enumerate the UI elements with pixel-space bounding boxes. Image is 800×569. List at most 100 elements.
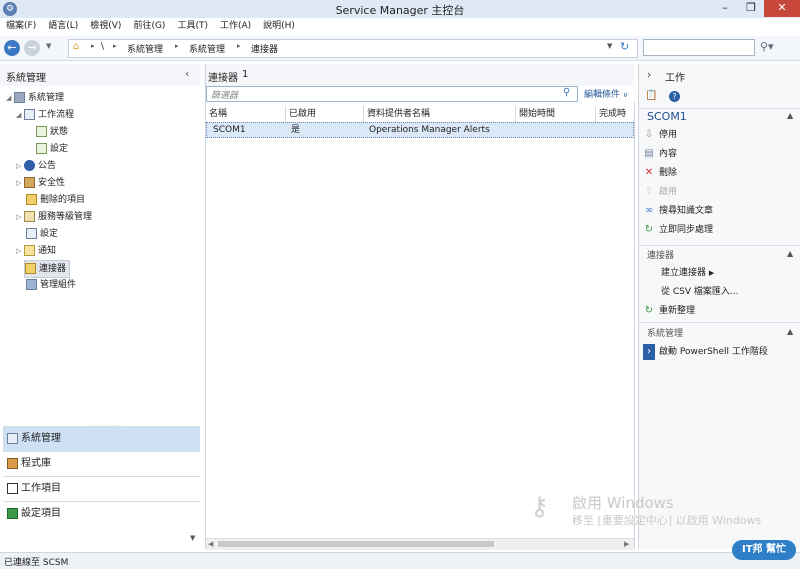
task-enable: ⇧ 啟用 — [643, 184, 677, 200]
search-icon[interactable]: ⚲ — [563, 87, 570, 98]
deleted-items-icon — [26, 194, 37, 205]
column-header-provider[interactable]: 資料提供者名稱 — [364, 106, 516, 122]
activation-watermark-title: 啟用 Windows — [572, 494, 674, 512]
breadcrumb[interactable]: ⌂ ▸ \ ▸ 系統管理 ▸ 系統管理 ▸ 連接器 ▼ ↻ — [68, 39, 638, 58]
task-search-knowledge[interactable]: ∞ 搜尋知識文章 — [643, 203, 713, 219]
scroll-left-icon[interactable]: ◀ — [208, 540, 213, 548]
tree-item-announcements[interactable]: ▷ 公告 — [16, 158, 56, 174]
search-icon[interactable]: ⚲▾ — [760, 40, 774, 53]
tree-item-management-packs[interactable]: 管理組件 — [26, 277, 76, 293]
task-refresh[interactable]: ↻ 重新整理 — [643, 303, 695, 319]
expand-icon[interactable]: ▷ — [16, 243, 24, 259]
tree-item-label: 通知 — [38, 246, 57, 256]
task-create-connector[interactable]: 建立連接器 ▶ — [661, 265, 714, 281]
expand-icon[interactable]: ◢ — [16, 107, 24, 123]
help-icon[interactable]: ? — [669, 91, 680, 102]
expand-icon[interactable]: ▷ — [16, 209, 24, 225]
back-button[interactable]: ← — [4, 40, 20, 56]
expand-icon[interactable]: ▷ — [16, 158, 24, 174]
scroll-right-icon[interactable]: ▶ — [624, 540, 629, 548]
wunderbar-config-items[interactable]: 設定項目 — [3, 501, 200, 526]
tree-item-workflow-settings[interactable]: 設定 — [36, 141, 68, 157]
collapse-section-icon[interactable]: ▲ — [787, 327, 793, 336]
tree-item-settings[interactable]: 設定 — [26, 226, 58, 242]
collapse-section-icon[interactable]: ▲ — [787, 111, 793, 120]
task-delete[interactable]: ✕ 刪除 — [643, 165, 677, 181]
restore-button[interactable]: ❐ — [738, 0, 764, 17]
edit-criteria-button[interactable]: 編輯條件 ∨ — [584, 87, 628, 100]
tree-item-workflows[interactable]: ◢ 工作流程 — [16, 107, 74, 123]
collapse-section-icon[interactable]: ▲ — [787, 249, 793, 258]
tree-item-connectors[interactable]: 連接器 — [24, 260, 71, 278]
breadcrumb-root[interactable]: \ — [101, 42, 104, 52]
divider — [639, 322, 800, 323]
task-disable[interactable]: ⇩ 停用 — [643, 127, 677, 143]
column-header-start-time[interactable]: 開始時間 — [516, 106, 596, 122]
filter-input[interactable]: 篩選器 ⚲ — [206, 86, 578, 102]
breadcrumb-item-admin-2[interactable]: 系統管理 — [189, 42, 225, 55]
menu-file[interactable]: 檔案(F) — [0, 18, 42, 35]
menu-language[interactable]: 語言(L) — [42, 18, 84, 35]
admin-icon — [14, 92, 25, 103]
address-dropdown-icon[interactable]: ▼ — [607, 42, 612, 50]
history-dropdown-icon[interactable]: ▼ — [46, 42, 51, 50]
clipboard-icon[interactable]: 📋 — [645, 90, 657, 101]
menu-help[interactable]: 說明(H) — [257, 18, 301, 35]
task-sync-now[interactable]: ↻ 立即同步處理 — [643, 222, 713, 238]
tree-item-service-level[interactable]: ▷ 服務等級管理 — [16, 209, 92, 225]
task-import-csv[interactable]: 從 CSV 檔案匯入... — [661, 284, 738, 300]
pane-divider — [634, 102, 635, 549]
horizontal-scrollbar[interactable]: ◀ ▶ — [206, 538, 634, 550]
table-row[interactable]: SCOM1 是 Operations Manager Alerts — [206, 122, 634, 138]
expand-icon[interactable]: ◢ — [6, 90, 14, 106]
task-label: 啟動 PowerShell 工作階段 — [659, 347, 768, 357]
task-label: 搜尋知識文章 — [659, 206, 714, 216]
tree-item-security[interactable]: ▷ 安全性 — [16, 175, 65, 191]
tree-item-notifications[interactable]: ▷ 通知 — [16, 243, 56, 259]
divider — [639, 245, 800, 246]
menu-go[interactable]: 前往(G) — [127, 18, 171, 35]
menu-tools[interactable]: 工具(T) — [171, 18, 214, 35]
tree-item-admin[interactable]: ◢ 系統管理 — [6, 90, 64, 106]
menu-tasks[interactable]: 工作(A) — [214, 18, 257, 35]
close-button[interactable]: ✕ — [764, 0, 800, 17]
navigation-pane-title: 系統管理 — [6, 73, 46, 84]
tree-item-label: 連接器 — [39, 264, 67, 274]
tree-item-status[interactable]: 狀態 — [36, 124, 68, 140]
tree-item-label: 系統管理 — [28, 93, 65, 103]
work-items-icon — [7, 482, 18, 494]
expand-icon[interactable]: ▷ — [16, 175, 24, 191]
connectors-section-title: 連接器 — [647, 251, 675, 261]
forward-button[interactable]: → — [24, 40, 40, 56]
pane-divider — [205, 64, 206, 549]
wunderbar-library[interactable]: 程式庫 — [3, 451, 200, 476]
disable-icon: ⇩ — [644, 129, 654, 140]
task-start-powershell[interactable]: › 啟動 PowerShell 工作階段 — [643, 344, 768, 360]
scrollbar-thumb[interactable] — [218, 541, 494, 547]
search-input[interactable] — [643, 39, 755, 56]
status-bar: 已連線至 SCSM — [0, 552, 800, 569]
breadcrumb-separator-icon: ▸ — [91, 42, 95, 50]
column-header-enabled[interactable]: 已啟用 — [286, 106, 364, 122]
minimize-button[interactable]: – — [712, 0, 738, 17]
collapse-pane-icon[interactable]: ‹ — [185, 67, 189, 80]
column-header-name[interactable]: 名稱 — [206, 106, 286, 122]
expand-pane-icon[interactable]: › — [647, 68, 651, 81]
grid-header: 名稱 已啟用 資料提供者名稱 開始時間 完成時間 — [206, 106, 634, 135]
wunderbar-options-icon[interactable]: ▼ — [190, 534, 195, 542]
submenu-arrow-icon: ▶ — [708, 269, 715, 277]
column-header-finish-time[interactable]: 完成時間 — [596, 106, 634, 135]
task-properties[interactable]: ▤ 內容 — [643, 146, 677, 162]
wunderbar-label: 系統管理 — [21, 433, 61, 444]
cell-enabled: 是 — [291, 125, 301, 135]
menu-view[interactable]: 檢視(V) — [84, 18, 127, 35]
wunderbar-work-items[interactable]: 工作項目 — [3, 476, 200, 501]
tree-item-label: 刪除的項目 — [40, 195, 86, 205]
breadcrumb-item-connectors[interactable]: 連接器 — [251, 42, 278, 55]
breadcrumb-item-admin[interactable]: 系統管理 — [127, 42, 163, 55]
tree-item-deleted-items[interactable]: 刪除的項目 — [26, 192, 85, 208]
refresh-icon[interactable]: ↻ — [620, 40, 629, 53]
wunderbar-admin[interactable]: 系統管理 — [3, 426, 200, 451]
filter-placeholder: 篩選器 — [211, 91, 239, 101]
cell-name: SCOM1 — [213, 125, 246, 135]
